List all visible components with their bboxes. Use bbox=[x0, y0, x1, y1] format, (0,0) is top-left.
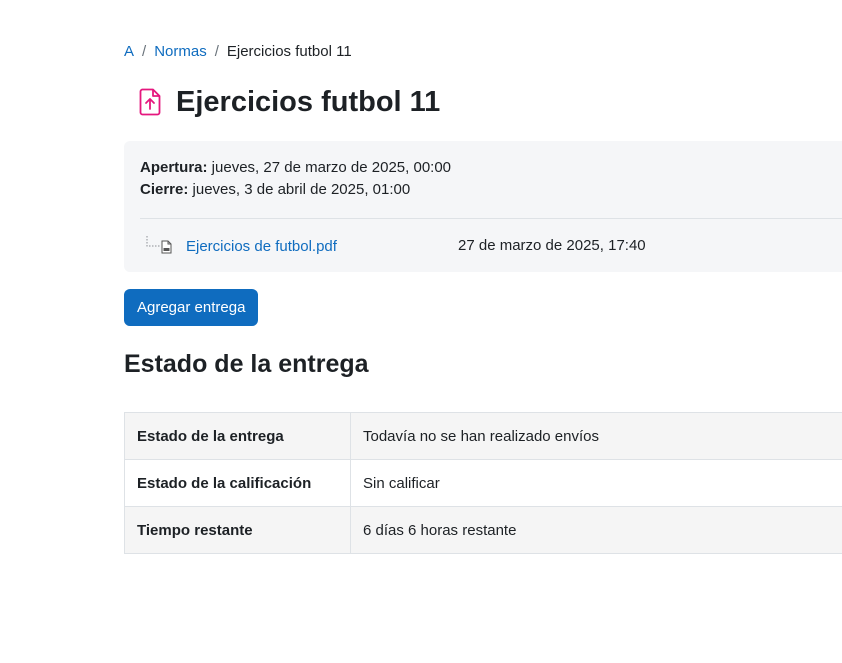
assignment-page: A / Normas / Ejercicios futbol 11 Ejerci… bbox=[0, 0, 842, 663]
submission-status-table: Estado de la entrega Todavía no se han r… bbox=[124, 412, 842, 554]
activity-dates-panel: Apertura: jueves, 27 de marzo de 2025, 0… bbox=[124, 141, 842, 272]
add-submission-button[interactable]: Agregar entrega bbox=[124, 289, 259, 326]
breadcrumb-separator: / bbox=[214, 43, 219, 60]
row-value: Sin calificar bbox=[350, 459, 842, 507]
opening-date-label: Apertura: bbox=[140, 159, 208, 176]
table-row: Tiempo restante 6 días 6 horas restante bbox=[124, 506, 842, 554]
table-row: Estado de la calificación Sin calificar bbox=[124, 459, 842, 507]
attachment-link[interactable]: Ejercicios de futbol.pdf bbox=[186, 238, 337, 255]
pdf-file-icon bbox=[146, 236, 186, 256]
closing-date-value: jueves, 3 de abril de 2025, 01:00 bbox=[188, 181, 411, 198]
breadcrumb-separator: / bbox=[142, 43, 147, 60]
row-label: Tiempo restante bbox=[124, 506, 351, 554]
page-header: Ejercicios futbol 11 bbox=[124, 82, 440, 122]
row-value: Todavía no se han realizado envíos bbox=[350, 412, 842, 460]
opening-date-value: jueves, 27 de marzo de 2025, 00:00 bbox=[207, 159, 452, 176]
page-title: Ejercicios futbol 11 bbox=[176, 86, 441, 118]
row-value: 6 días 6 horas restante bbox=[350, 506, 842, 554]
breadcrumb-current: Ejercicios futbol 11 bbox=[226, 43, 352, 60]
closing-date-label: Cierre: bbox=[140, 181, 189, 198]
breadcrumb-item-course[interactable]: A bbox=[124, 43, 134, 61]
breadcrumb-item-section[interactable]: Normas bbox=[154, 43, 207, 61]
assignment-upload-icon bbox=[124, 82, 176, 122]
closing-date: Cierre: jueves, 3 de abril de 2025, 01:0… bbox=[140, 181, 410, 199]
row-label: Estado de la entrega bbox=[124, 412, 351, 460]
table-row: Estado de la entrega Todavía no se han r… bbox=[124, 412, 842, 460]
attachment-row: Ejercicios de futbol.pdf bbox=[146, 235, 337, 257]
row-label: Estado de la calificación bbox=[124, 459, 351, 507]
breadcrumb: A / Normas / Ejercicios futbol 11 bbox=[124, 43, 352, 61]
opening-date: Apertura: jueves, 27 de marzo de 2025, 0… bbox=[140, 159, 451, 177]
attachment-date: 27 de marzo de 2025, 17:40 bbox=[458, 237, 646, 254]
submission-status-heading: Estado de la entrega bbox=[124, 350, 369, 378]
panel-divider bbox=[140, 218, 842, 219]
